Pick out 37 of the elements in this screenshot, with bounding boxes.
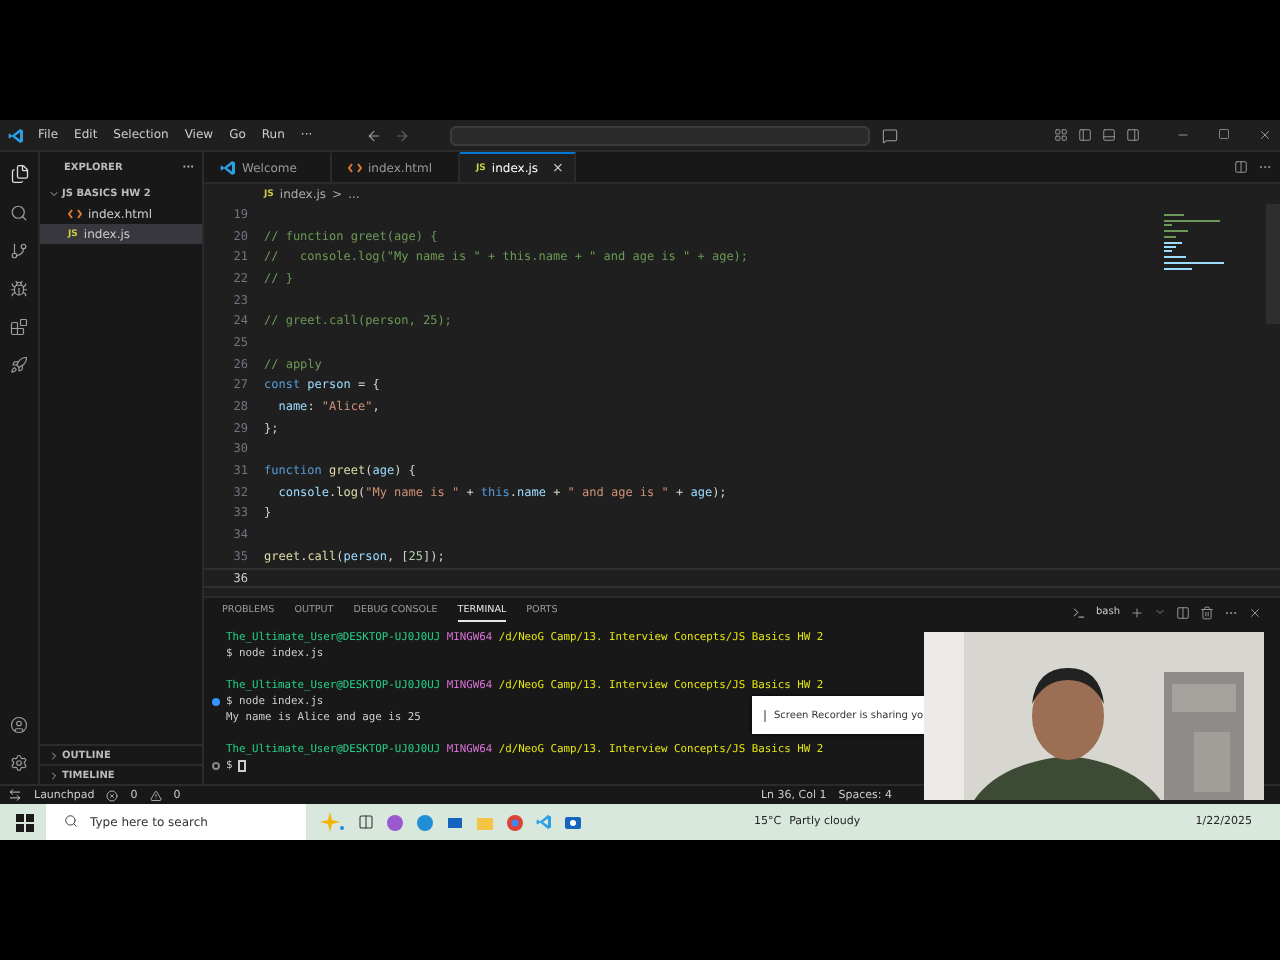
- debug-icon[interactable]: [10, 280, 28, 298]
- panel-bottom-icon[interactable]: [1102, 128, 1116, 142]
- windows-start-icon[interactable]: [16, 813, 34, 831]
- layout-icon[interactable]: [1054, 128, 1068, 142]
- chat-icon[interactable]: [882, 127, 899, 143]
- maximize-icon[interactable]: [1218, 128, 1230, 140]
- panel-left-icon[interactable]: [1078, 128, 1092, 142]
- vscode-logo-icon: [8, 127, 24, 143]
- vscode-logo-icon: [220, 160, 236, 176]
- app-icon[interactable]: [386, 813, 404, 831]
- files-icon[interactable]: [9, 164, 29, 184]
- warning-icon: [149, 789, 162, 801]
- command-center-field[interactable]: [450, 125, 871, 145]
- split-editor-icon[interactable]: [1234, 160, 1248, 174]
- chevron-down-icon[interactable]: [48, 188, 60, 200]
- search-icon[interactable]: [10, 204, 28, 222]
- close-icon[interactable]: [1258, 128, 1272, 142]
- search-icon: [64, 814, 78, 828]
- new-terminal-icon[interactable]: [1130, 605, 1144, 619]
- terminal-icon: [1071, 605, 1086, 619]
- close-icon[interactable]: [1248, 605, 1262, 619]
- extensions-icon[interactable]: [10, 318, 28, 336]
- error-icon: [106, 789, 119, 801]
- trash-icon[interactable]: [1200, 605, 1214, 619]
- panel-right-icon[interactable]: [1126, 128, 1140, 142]
- source-control-icon[interactable]: [10, 242, 28, 260]
- back-arrow-icon[interactable]: [366, 127, 383, 143]
- settings-icon[interactable]: [10, 754, 28, 772]
- account-icon[interactable]: [10, 716, 28, 734]
- split-terminal-icon[interactable]: [1176, 605, 1190, 619]
- html-file-icon: [68, 208, 82, 220]
- remote-icon[interactable]: [8, 788, 22, 802]
- task-view-icon[interactable]: [358, 814, 374, 830]
- html-file-icon: [348, 162, 362, 174]
- forward-arrow-icon[interactable]: [394, 127, 411, 143]
- recorder-icon[interactable]: [564, 813, 582, 831]
- minimize-icon[interactable]: [1176, 128, 1190, 142]
